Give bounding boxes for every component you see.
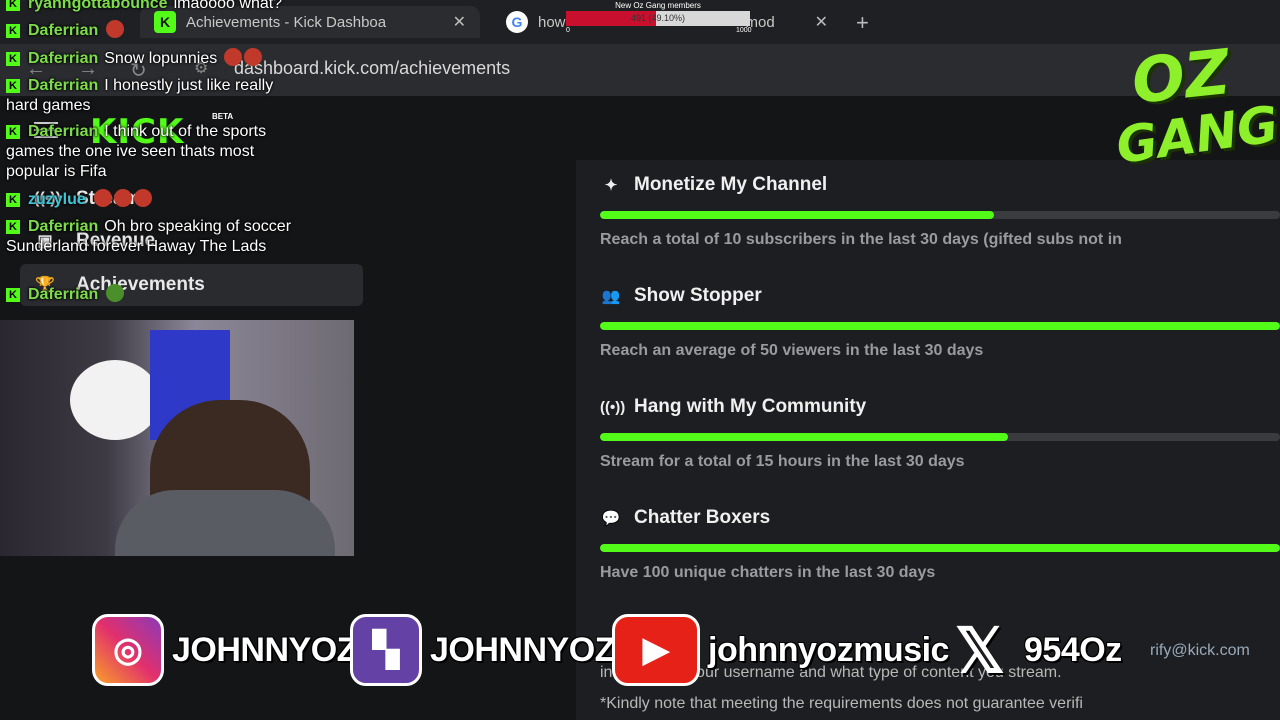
achievement-desc: Reach a total of 10 subscribers in the l… [600,231,1122,248]
twitch-icon: ▚ [350,614,422,686]
chat-message: K Daferrian [6,284,306,305]
tab-label: how [538,13,566,31]
kick-badge-icon: K [6,52,20,66]
progress-bar [600,433,1280,441]
new-tab-button[interactable]: + [856,10,869,36]
progress-bar [600,322,1280,330]
achievement-title: Chatter Boxers [634,507,771,528]
kick-badge-icon: K [6,79,20,93]
achievement-chatter-boxers: 💬 Chatter Boxers Have 100 unique chatter… [600,507,1280,582]
x-icon: 𝕏 [955,616,1005,686]
emote-icon [106,284,125,302]
achievement-title: Hang with My Community [634,396,867,417]
social-x: 𝕏 954Oz [944,610,1122,690]
broadcast-icon: ((•)) [600,398,626,416]
goal-bar: 491 (49.10%) [566,11,750,26]
chat-message: Kryanngottabounce lmaoooo what? [6,0,306,14]
kick-badge-icon: K [6,0,20,11]
goal-title: New Oz Gang members [615,1,701,10]
emote-icon [113,189,132,207]
achievement-desc: Stream for a total of 15 hours in the la… [600,453,965,470]
achievement-desc: Have 100 unique chatters in the last 30 … [600,564,936,581]
chat-message: K Daferrian I think out of the sports game… [6,123,267,180]
google-icon: G [506,11,528,33]
achievement-title: Monetize My Channel [634,174,828,195]
instagram-icon: ◎ [92,614,164,686]
social-youtube: ▶ johnnyozmusic [612,610,949,690]
emote-icon [223,48,242,66]
emote-icon [93,189,112,207]
users-icon: 👥 [601,288,621,305]
kick-badge-icon: K [6,220,20,234]
goal-max: 1000 [736,27,752,34]
emote-icon [243,48,262,66]
achievement-show-stopper: 👥 Show Stopper Reach an average of 50 vi… [600,285,1280,360]
achievement-hang-community: ((•)) Hang with My Community Stream for … [600,396,1280,471]
chat-message: K Daferrian Snow lopunnies [6,48,306,69]
kick-badge-icon: K [6,193,20,207]
support-email-link[interactable]: rify@kick.com [1150,642,1250,660]
chat-icon: 💬 [601,510,621,527]
close-icon[interactable]: ✕ [815,12,828,32]
oz-gang-logo: OZ GANG [1112,35,1280,176]
member-goal-widget: New Oz Gang members 491 (49.10%) 0 1000 [566,0,752,38]
chat-message: K Daferrian I honestly just like really ha… [6,77,274,114]
footnote-disclaimer: *Kindly note that meeting the requiremen… [600,695,1083,712]
webcam-feed [0,320,354,556]
achievement-desc: Reach an average of 50 viewers in the la… [600,342,984,359]
progress-bar [600,211,1280,219]
youtube-icon: ▶ [612,614,700,686]
kick-badge-icon: K [6,125,20,139]
achievement-title: Show Stopper [634,285,762,306]
chat-message: Kzuzylue [6,189,306,210]
chat-message: K Daferrian Oh bro speaking of soccer Sund… [6,218,292,255]
goal-min: 0 [566,27,570,34]
goal-value: 491 (49.10%) [630,13,686,23]
sparkle-icon: ✦ [604,177,618,194]
emote-icon [106,20,125,38]
kick-badge-icon: K [6,288,20,302]
kick-badge-icon: K [6,24,20,38]
emote-icon [133,189,152,207]
close-icon[interactable]: ✕ [453,12,466,32]
chat-message: K Daferrian [6,20,306,41]
progress-bar [600,544,1280,552]
social-twitch: ▚ JOHNNYOZ [350,610,615,690]
social-instagram: ◎ JOHNNYOZ [92,610,357,690]
socials-bar: ◎ JOHNNYOZ ▚ JOHNNYOZ ▶ johnnyozmusic 𝕏 … [92,610,1152,690]
